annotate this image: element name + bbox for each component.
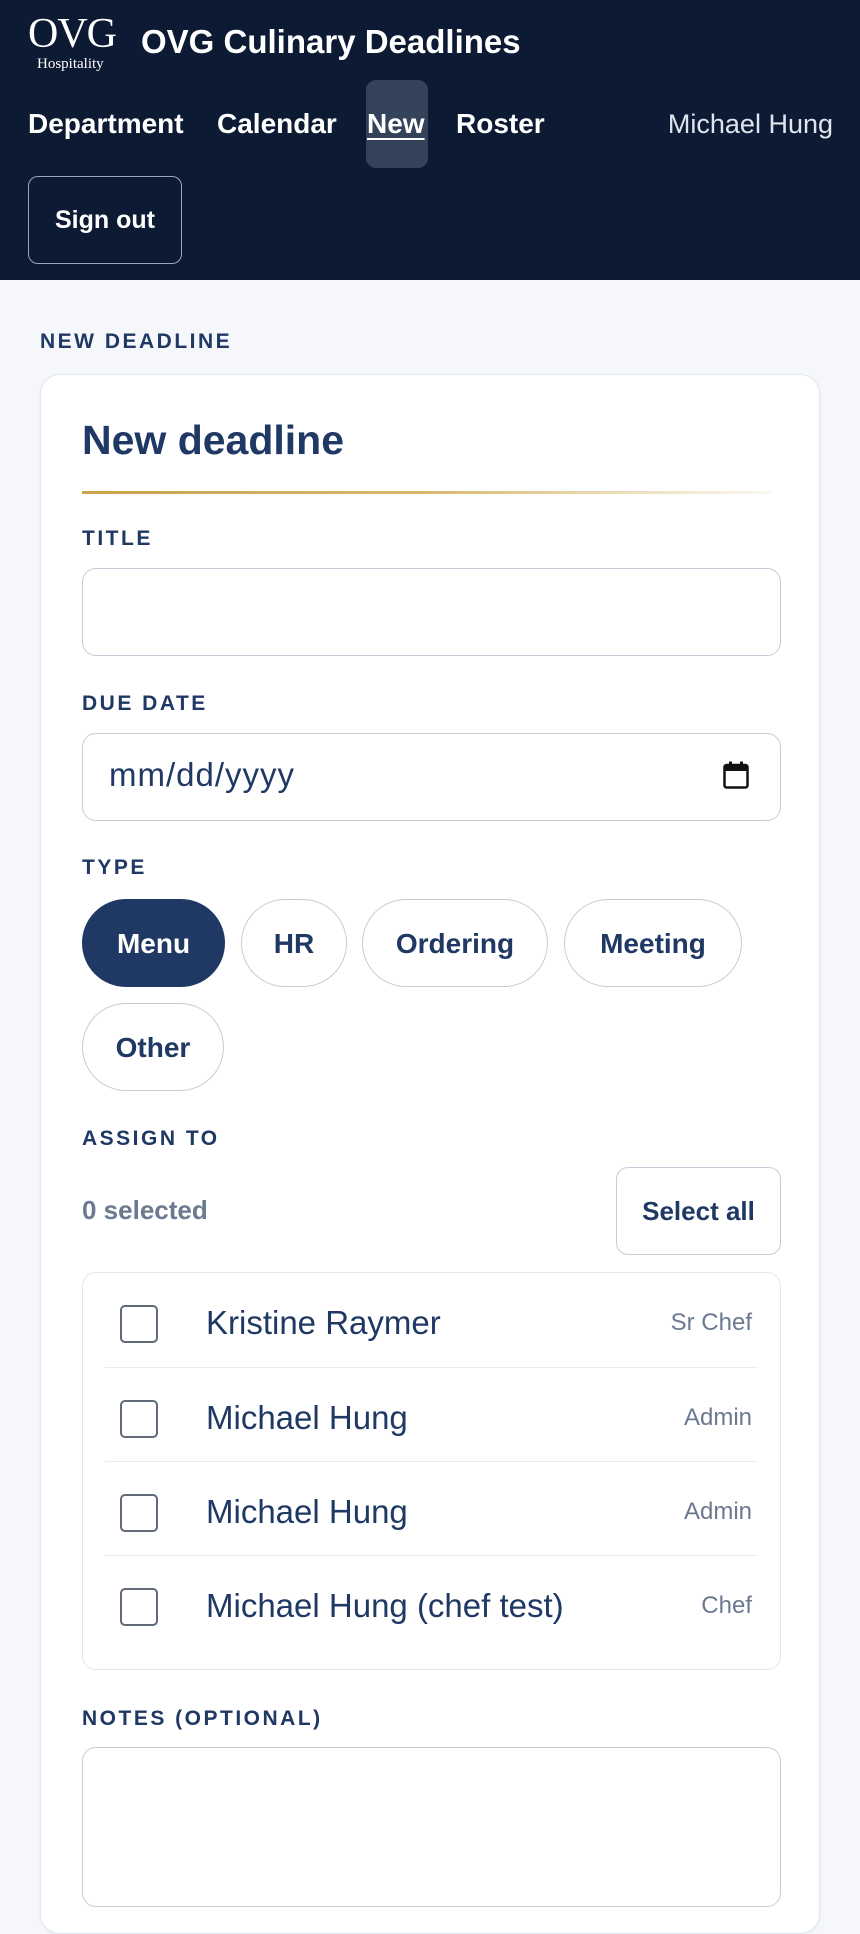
nav-calendar[interactable]: Calendar (217, 104, 337, 144)
assignee-role: Sr Chef (670, 1309, 752, 1336)
assignee-name: Michael Hung (chef test) (206, 1587, 564, 1624)
calendar-icon[interactable] (723, 761, 749, 789)
assignee-name: Michael Hung (206, 1493, 408, 1530)
assignee-checkbox[interactable] (120, 1494, 158, 1532)
assignee-name: Michael Hung (206, 1399, 408, 1436)
due-date-placeholder: mm/dd/yyyy (109, 756, 296, 793)
title-label: TITLE (82, 527, 153, 550)
assignee-role: Admin (683, 1404, 752, 1431)
assignee-checkbox[interactable] (120, 1588, 158, 1626)
assignee-list: Kristine Raymer Sr Chef Michael Hung Adm… (82, 1272, 781, 1670)
assign-to-label: ASSIGN TO (82, 1127, 220, 1150)
title-input[interactable] (82, 568, 781, 656)
logo-mark: OVG (28, 11, 117, 57)
selected-count: 0 selected (82, 1195, 208, 1225)
title-divider (82, 491, 772, 494)
assignee-role: Admin (683, 1498, 752, 1525)
page-eyebrow: NEW DEADLINE (40, 330, 233, 353)
due-date-input[interactable]: mm/dd/yyyy (82, 733, 781, 821)
select-all-button[interactable]: Select all (616, 1167, 781, 1255)
type-chip-hr[interactable]: HR (241, 899, 347, 987)
due-date-label: DUE DATE (82, 692, 208, 715)
logo-subtitle: Hospitality (37, 56, 104, 72)
type-label: TYPE (82, 856, 147, 879)
type-chip-meeting[interactable]: Meeting (564, 899, 742, 987)
sign-out-button[interactable]: Sign out (28, 176, 182, 264)
assignee-row[interactable]: Michael Hung Admin (105, 1461, 758, 1555)
app-header: OVG Hospitality OVG Culinary Deadlines D… (0, 0, 860, 280)
notes-label: NOTES (OPTIONAL) (82, 1707, 323, 1730)
assignee-row[interactable]: Kristine Raymer Sr Chef (105, 1273, 758, 1367)
ovg-logo[interactable]: OVG Hospitality (28, 11, 122, 72)
nav-department[interactable]: Department (28, 104, 184, 144)
new-deadline-card: New deadline TITLE DUE DATE mm/dd/yyyy T… (40, 374, 820, 1934)
assignee-checkbox[interactable] (120, 1400, 158, 1438)
type-chip-menu[interactable]: Menu (82, 899, 225, 987)
app-title: OVG Culinary Deadlines (141, 23, 521, 60)
assignee-name: Kristine Raymer (206, 1304, 441, 1341)
nav-roster[interactable]: Roster (456, 104, 545, 144)
assignee-checkbox[interactable] (120, 1305, 158, 1343)
assignee-row[interactable]: Michael Hung (chef test) Chef (105, 1555, 758, 1649)
assignee-row[interactable]: Michael Hung Admin (105, 1367, 758, 1461)
notes-textarea[interactable] (82, 1747, 781, 1907)
type-chip-ordering[interactable]: Ordering (362, 899, 548, 987)
nav-new[interactable]: New (367, 104, 425, 144)
current-user-name: Michael Hung (667, 109, 833, 139)
type-chip-other[interactable]: Other (82, 1003, 224, 1091)
card-title: New deadline (82, 417, 345, 463)
assignee-role: Chef (701, 1592, 752, 1619)
